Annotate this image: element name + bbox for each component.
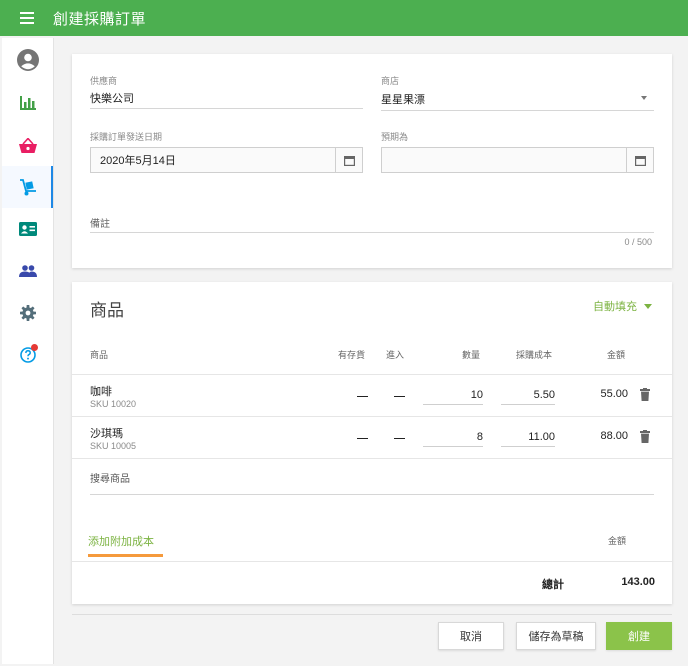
page-title: 創建採購訂單 [53, 10, 147, 28]
create-button[interactable]: 創建 [606, 622, 672, 650]
col-header-item: 商品 [90, 350, 109, 360]
row-divider [72, 416, 672, 417]
add-extra-cost-tab[interactable]: 添加附加成本 [88, 533, 154, 549]
extra-amount-label: 金額 [608, 536, 627, 546]
product-sku: SKU 10020 [90, 399, 137, 409]
sidebar [2, 38, 54, 664]
id-card-icon [18, 222, 37, 236]
sidebar-item-settings[interactable] [2, 292, 53, 334]
quantity-input[interactable]: 10 [423, 384, 483, 405]
in-stock-value [357, 396, 368, 397]
caret-down-icon [644, 303, 652, 309]
autofill-dropdown[interactable]: 自動填充 [593, 298, 652, 314]
col-header-incoming: 進入 [386, 350, 405, 360]
save-draft-button[interactable]: 儲存為草稿 [516, 622, 596, 650]
store-underline [381, 110, 654, 111]
cost-input[interactable]: 5.50 [501, 384, 555, 405]
order-details-card: 供應商 快樂公司 商店 星星果漂 採購訂單發送日期 2020年5月14日 預期為… [72, 54, 672, 268]
product-name: 咖啡 [90, 386, 112, 398]
expected-date-label: 預期為 [381, 132, 409, 142]
sidebar-item-help[interactable] [2, 334, 53, 376]
product-name: 沙琪瑪 [90, 428, 123, 440]
quantity-input[interactable]: 8 [423, 426, 483, 447]
sidebar-item-employees[interactable] [2, 250, 53, 292]
chevron-down-icon[interactable] [641, 96, 647, 100]
calendar-icon[interactable] [626, 148, 653, 172]
tab-underline [88, 554, 163, 557]
account-circle-icon [16, 49, 39, 71]
order-date-value: 2020年5月14日 [100, 155, 176, 167]
products-card: 商品 自動填充 商品 有存貨 進入 數量 採購成本 金額 咖啡 SKU 1002… [72, 282, 672, 604]
menu-icon[interactable] [9, 0, 45, 36]
product-search-input[interactable]: 搜尋商品 [90, 470, 130, 485]
col-header-amount: 金額 [607, 350, 626, 360]
basket-icon [18, 137, 37, 153]
cancel-button[interactable]: 取消 [438, 622, 504, 650]
note-underline [90, 232, 654, 233]
gear-icon [19, 305, 36, 321]
col-header-in-stock: 有存貨 [338, 350, 366, 360]
note-field[interactable]: 備註 [90, 215, 110, 230]
store-select[interactable]: 星星果漂 [381, 91, 425, 107]
notification-badge [31, 344, 38, 351]
store-label: 商店 [381, 76, 400, 86]
expected-date-field[interactable] [381, 147, 654, 173]
search-underline [90, 494, 654, 495]
product-sku: SKU 10005 [90, 441, 137, 451]
total-label: 總計 [542, 579, 564, 591]
incoming-value [394, 438, 405, 439]
people-icon [18, 265, 37, 277]
sidebar-item-customers[interactable] [2, 208, 53, 250]
sidebar-item-account[interactable] [2, 38, 53, 82]
app-header: 創建採購訂單 [0, 0, 688, 36]
sidebar-item-inventory[interactable] [2, 166, 53, 208]
sidebar-item-sales[interactable] [2, 124, 53, 166]
supplier-label: 供應商 [90, 76, 118, 86]
total-value: 143.00 [621, 576, 655, 588]
trash-icon[interactable] [640, 388, 650, 401]
supplier-underline [90, 108, 363, 109]
incoming-value [394, 396, 405, 397]
footer-divider [72, 614, 672, 615]
in-stock-value [357, 438, 368, 439]
amount-value: 55.00 [600, 388, 628, 400]
col-header-cost: 採購成本 [516, 350, 553, 360]
hand-truck-icon [19, 179, 36, 196]
row-divider [72, 561, 672, 562]
col-header-quantity: 數量 [462, 350, 481, 360]
supplier-select[interactable]: 快樂公司 [90, 90, 134, 106]
trash-icon[interactable] [640, 430, 650, 443]
order-date-field[interactable]: 2020年5月14日 [90, 147, 363, 173]
sidebar-item-reports[interactable] [2, 82, 53, 124]
note-counter: 0 / 500 [624, 237, 652, 247]
bar-chart-icon [19, 96, 36, 110]
calendar-icon[interactable] [335, 148, 362, 172]
section-title: 商品 [90, 301, 124, 320]
row-divider [72, 458, 672, 459]
autofill-label: 自動填充 [593, 301, 637, 313]
order-date-label: 採購訂單發送日期 [90, 132, 163, 142]
row-divider [72, 374, 672, 375]
cost-input[interactable]: 11.00 [501, 426, 555, 447]
amount-value: 88.00 [600, 430, 628, 442]
